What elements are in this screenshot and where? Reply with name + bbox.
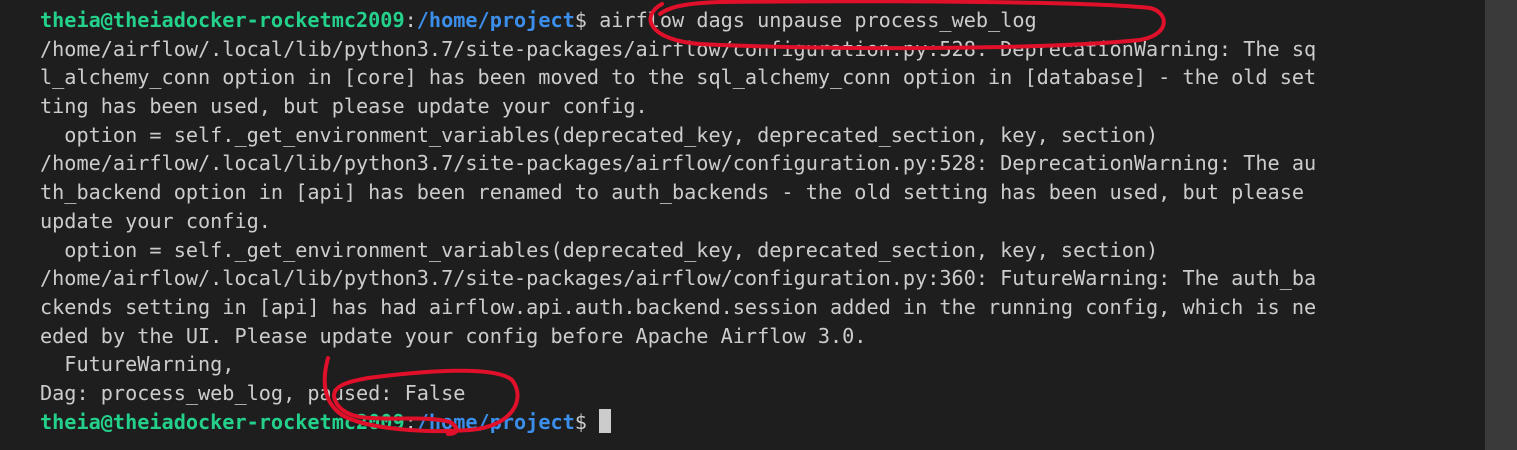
prompt-line[interactable]: theia@theiadocker-rocketmc2009:/home/pro…: [40, 408, 1517, 437]
prompt-symbol: $: [574, 8, 587, 32]
terminal-window[interactable]: theia@theiadocker-rocketmc2009:/home/pro…: [0, 0, 1517, 450]
command-text: airflow dags unpause process_web_log: [599, 8, 1037, 32]
scrollbar[interactable]: [1485, 0, 1517, 450]
output-line: update your config.: [40, 208, 271, 233]
dag-status-line: Dag: process_web_log, paused: False: [40, 380, 466, 405]
output-line: option = self._get_environment_variables…: [40, 122, 1159, 147]
output-line: /home/airflow/.local/lib/python3.7/site-…: [40, 151, 1317, 176]
text-cursor: [598, 408, 611, 433]
prompt-path: /home/project: [416, 409, 575, 434]
output-line: l_alchemy_conn option in [core] has been…: [40, 65, 1317, 90]
output-line: th_backend option in [api] has been rena…: [40, 180, 1305, 205]
command-line: theia@theiadocker-rocketmc2009:/home/pro…: [40, 8, 1037, 32]
output-line: ting has been used, but please update yo…: [40, 94, 648, 119]
output-line: eded by the UI. Please update your confi…: [40, 323, 867, 348]
prompt-user: theia@theiadocker-rocketmc2009: [40, 409, 405, 434]
prompt-symbol: $: [574, 409, 587, 434]
output-line: ckends setting in [api] has had airflow.…: [40, 294, 1317, 319]
output-line: /home/airflow/.local/lib/python3.7/site-…: [40, 266, 1317, 291]
output-line: option = self._get_environment_variables…: [40, 237, 1159, 262]
prompt-user: theia@theiadocker-rocketmc2009: [40, 8, 405, 32]
output-line: FutureWarning,: [40, 352, 235, 377]
prompt-path: /home/project: [416, 8, 575, 32]
output-line: /home/airflow/.local/lib/python3.7/site-…: [40, 36, 1317, 61]
